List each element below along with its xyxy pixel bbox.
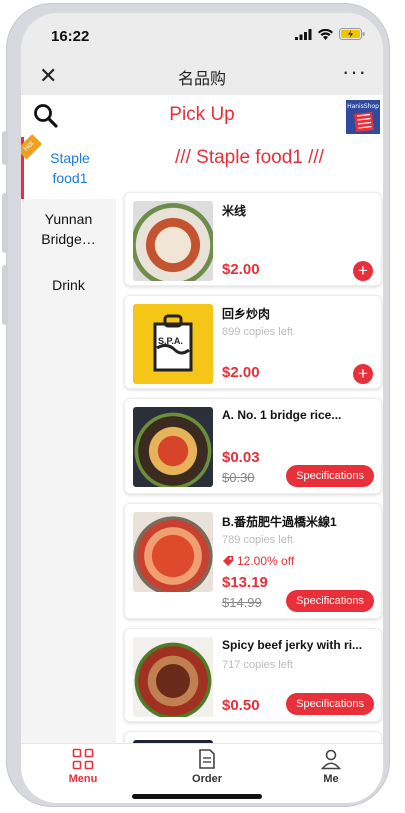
sidebar-item-yunnan-bridge[interactable]: Yunnan Bridge… xyxy=(21,199,116,259)
add-to-cart-button[interactable]: + xyxy=(353,364,373,384)
sidebar-item-label: Drink xyxy=(52,277,85,293)
sidebar-item-label: Staple food1 xyxy=(50,150,90,186)
shop-bag-icon xyxy=(354,112,374,132)
phone-side-button xyxy=(2,265,8,325)
product-list: /// Staple food1 /// 米线 $2.00 + S.P.A. 回… xyxy=(116,137,383,743)
discount-tag-icon xyxy=(223,556,233,566)
tab-menu[interactable]: Menu xyxy=(23,748,143,785)
product-name: A. No. 1 bridge rice... xyxy=(222,408,342,422)
phone-side-button xyxy=(2,131,8,165)
product-price: $2.00 xyxy=(222,364,260,381)
tab-order[interactable]: Order xyxy=(147,748,267,785)
product-name: B.番茄肥牛過橋米線1 xyxy=(222,515,337,529)
phone-side-button xyxy=(2,193,8,253)
stock-remaining: 717 copies left xyxy=(222,659,293,671)
specifications-button[interactable]: Specifications xyxy=(286,590,374,612)
person-icon xyxy=(320,749,342,770)
product-price: $0.03 xyxy=(222,449,260,466)
tab-label: Order xyxy=(192,773,222,785)
sidebar-item-label: Yunnan Bridge… xyxy=(41,211,96,247)
add-to-cart-button[interactable]: + xyxy=(353,261,373,281)
mini-program-nav: ✕ 名品购 ··· xyxy=(21,55,383,95)
home-indicator xyxy=(132,794,262,799)
page-header: Pick Up HanisShop xyxy=(21,95,383,138)
shop-logo: HanisShop xyxy=(345,99,381,135)
thumb-label: S.P.A. xyxy=(158,336,183,346)
hot-badge: Hot xyxy=(21,134,43,160)
product-image: S.P.A. xyxy=(133,304,213,384)
discount-label: 12.00% off xyxy=(237,554,295,568)
tab-label: Me xyxy=(323,773,339,785)
product-card[interactable]: A. No. 1 bridge rice... $0.03 $0.30 Spec… xyxy=(124,398,382,494)
product-card[interactable]: 米线 $2.00 + xyxy=(124,192,382,286)
status-bar: 16:22 xyxy=(21,13,383,55)
signal-icon xyxy=(295,28,312,40)
status-time: 16:22 xyxy=(51,28,90,45)
product-image xyxy=(133,637,213,717)
product-name: 回乡炒肉 xyxy=(222,307,271,321)
battery-charging-icon xyxy=(339,28,365,40)
product-price: $2.00 xyxy=(222,261,260,278)
stock-remaining: 899 copies left xyxy=(222,326,293,338)
product-card[interactable] xyxy=(124,731,382,743)
product-name: Spicy beef jerky with ri... xyxy=(222,638,363,652)
more-menu-icon[interactable]: ··· xyxy=(342,59,367,85)
specifications-button[interactable]: Specifications xyxy=(286,465,374,487)
product-price: $13.19 xyxy=(222,574,268,591)
stock-remaining: 789 copies left xyxy=(222,534,293,546)
original-price: $14.99 xyxy=(222,595,262,610)
original-price: $0.30 xyxy=(222,470,255,485)
status-icons xyxy=(295,28,365,40)
tab-label: Menu xyxy=(68,773,98,785)
specifications-button[interactable]: Specifications xyxy=(286,693,374,715)
screen: 16:22 ✕ 名品购 ··· Pick Up HanisShop Hot St… xyxy=(21,13,383,803)
product-name: 米线 xyxy=(222,204,247,218)
document-icon xyxy=(199,749,215,769)
product-card[interactable]: B.番茄肥牛過橋米線1 789 copies left 12.00% off $… xyxy=(124,503,382,619)
page-title: Pick Up xyxy=(169,104,235,125)
sidebar-item-drink[interactable]: Drink xyxy=(21,259,116,311)
product-price: $0.50 xyxy=(222,697,260,714)
product-card[interactable]: Spicy beef jerky with ri... 717 copies l… xyxy=(124,628,382,722)
product-image xyxy=(133,512,213,592)
product-card[interactable]: S.P.A. 回乡炒肉 899 copies left $2.00 + xyxy=(124,295,382,389)
phone-frame: 16:22 ✕ 名品购 ··· Pick Up HanisShop Hot St… xyxy=(2,3,390,807)
product-image xyxy=(133,201,213,281)
sidebar-item-staple-food1[interactable]: Hot Staple food1 xyxy=(21,134,116,199)
nav-title: 名品购 xyxy=(177,71,226,88)
section-title: /// Staple food1 /// xyxy=(175,147,324,168)
product-image xyxy=(133,407,213,487)
category-sidebar: Hot Staple food1 Yunnan Bridge… Drink xyxy=(21,134,116,743)
tab-me[interactable]: Me xyxy=(271,748,383,785)
grid-icon xyxy=(72,748,94,770)
wifi-icon xyxy=(318,28,333,40)
